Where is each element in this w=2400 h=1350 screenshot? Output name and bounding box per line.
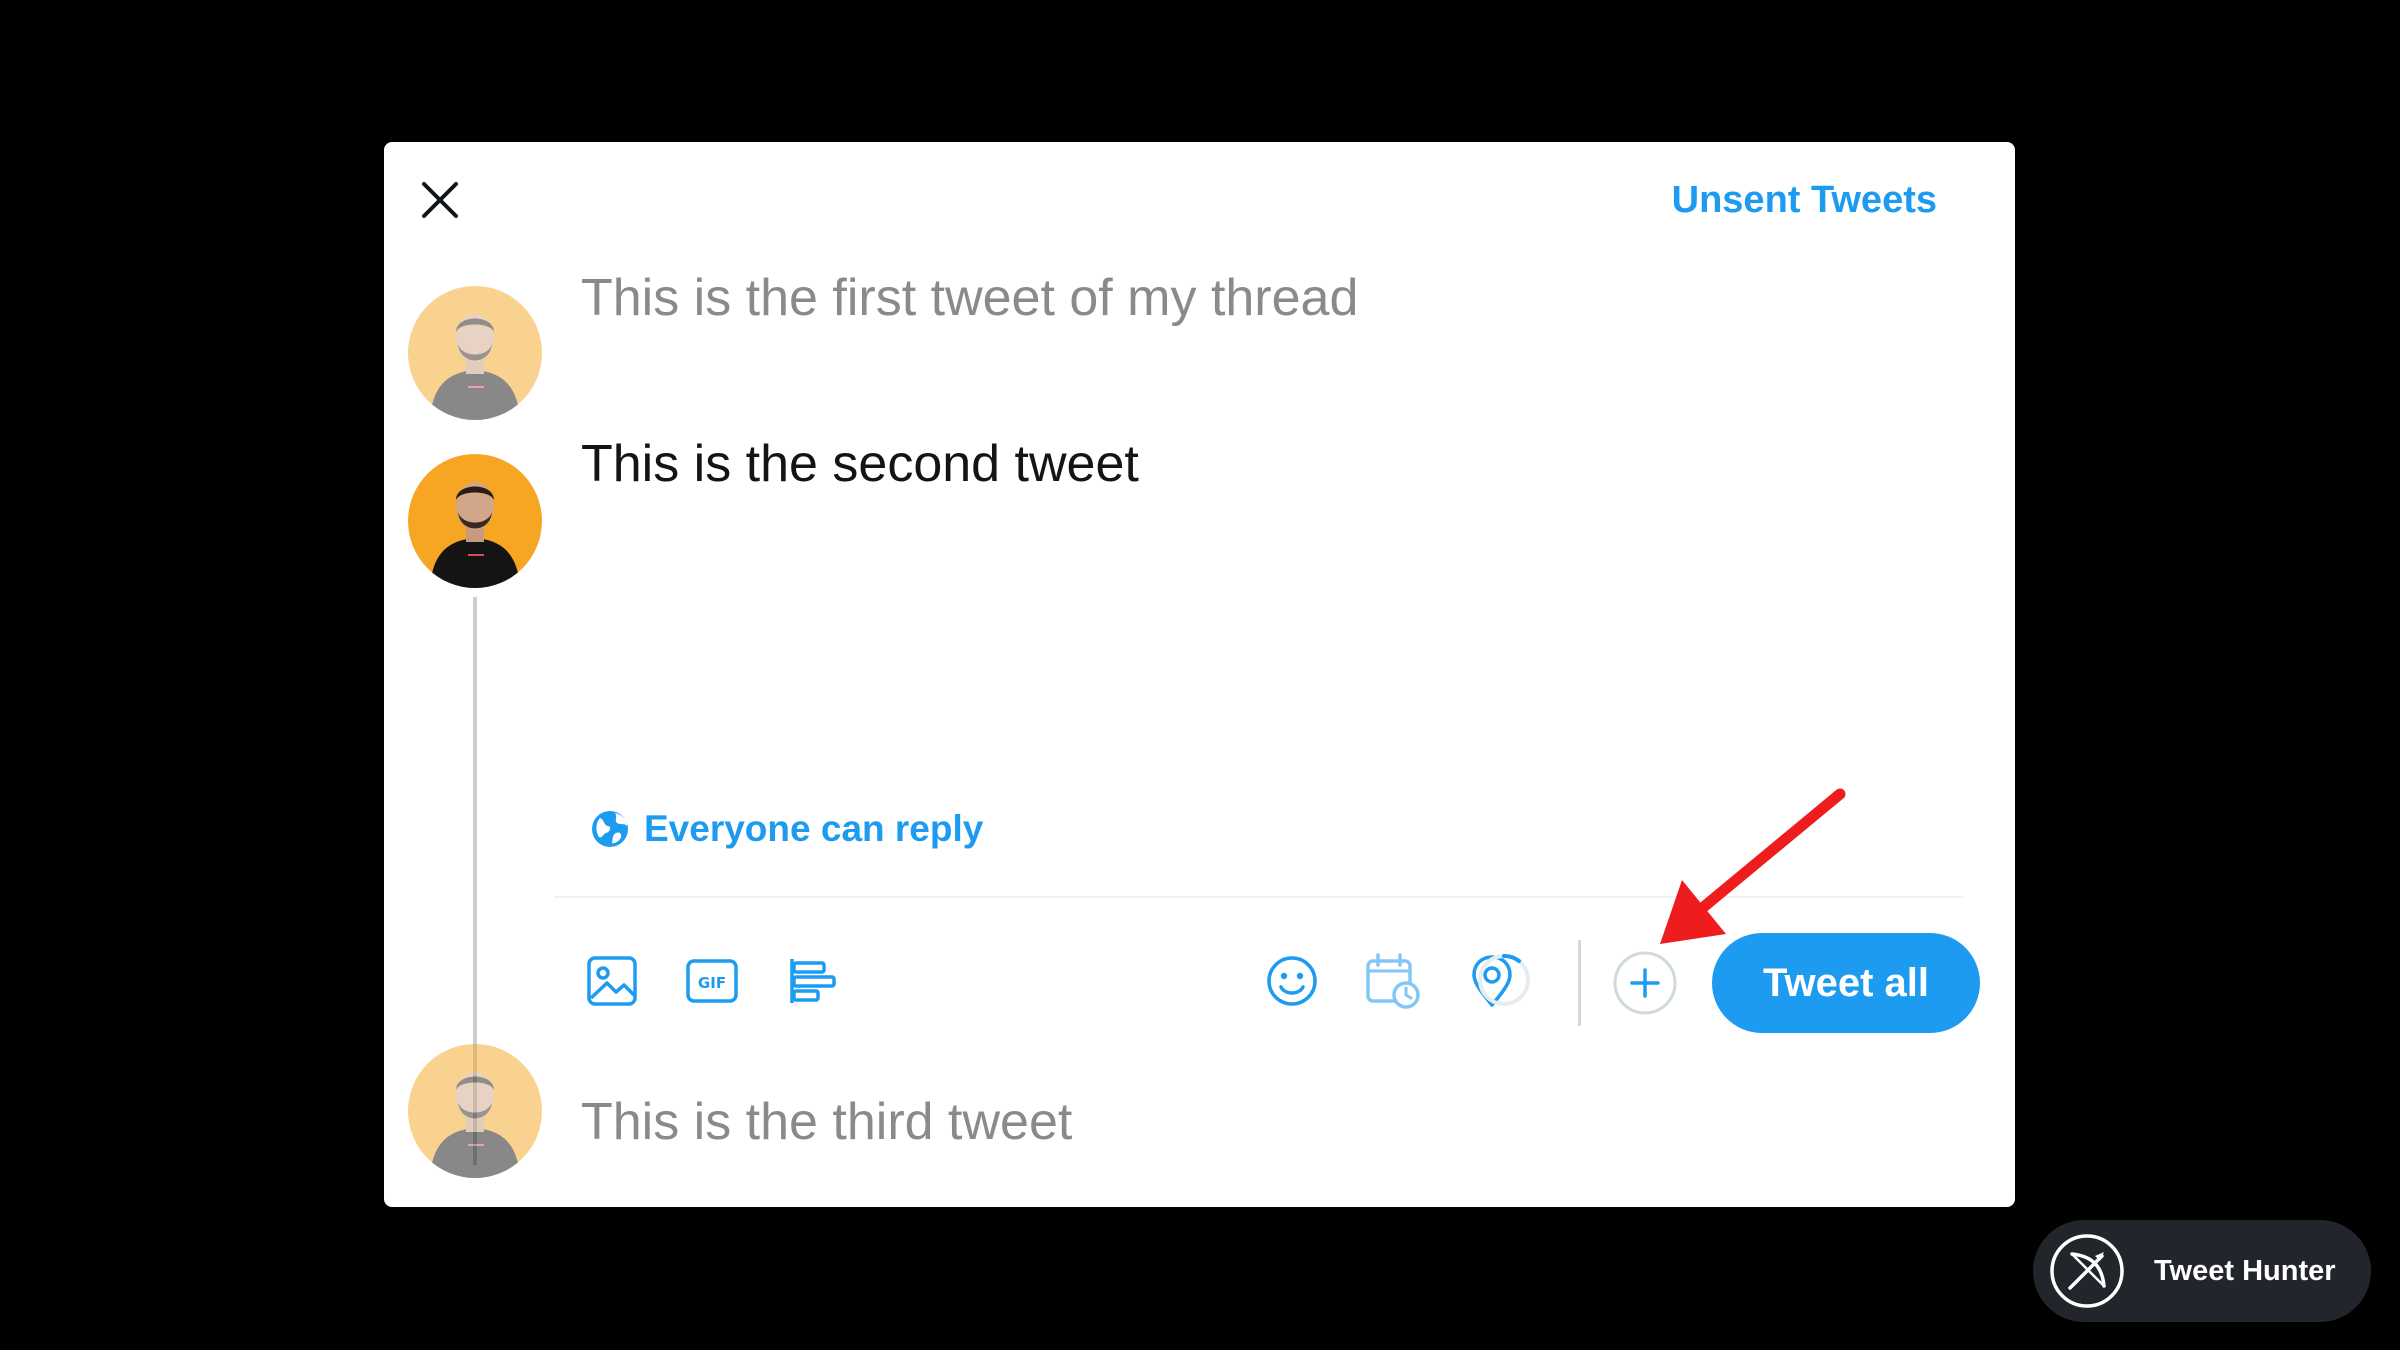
tweet-1-input[interactable]: This is the first tweet of my thread (581, 266, 1358, 330)
media-button[interactable] (580, 949, 644, 1013)
image-icon (587, 956, 637, 1006)
unsent-tweets-link[interactable]: Unsent Tweets (1672, 172, 1937, 228)
tweet-3-input[interactable]: This is the third tweet (581, 1090, 1072, 1154)
globe-icon (592, 811, 628, 847)
watermark-label: Tweet Hunter (2154, 1254, 2336, 1287)
poll-button[interactable] (780, 949, 844, 1013)
tweet-hunter-watermark: Tweet Hunter (2033, 1220, 2371, 1322)
tweet-all-button[interactable]: Tweet all (1712, 933, 1980, 1033)
svg-text:GIF: GIF (698, 974, 726, 992)
add-tweet-button[interactable] (1612, 950, 1678, 1016)
reply-setting-label: Everyone can reply (644, 808, 984, 849)
avatar (408, 1044, 542, 1178)
avatar (408, 454, 542, 588)
tweet-2-input[interactable]: This is the second tweet (581, 432, 1139, 496)
emoji-button[interactable] (1260, 949, 1324, 1013)
reply-setting-button[interactable]: Everyone can reply (590, 802, 983, 856)
gif-icon: GIF (686, 959, 738, 1003)
close-button[interactable] (412, 172, 468, 228)
schedule-icon (1366, 953, 1420, 1009)
bow-arrow-logo-icon (2050, 1234, 2124, 1308)
plus-icon (1613, 951, 1677, 1015)
emoji-icon (1267, 956, 1317, 1006)
character-count-ring (1475, 951, 1533, 1009)
schedule-button[interactable] (1360, 949, 1424, 1013)
close-icon (422, 182, 458, 218)
avatar (408, 286, 542, 420)
poll-icon (790, 959, 836, 1003)
toolbar-separator (1578, 940, 1581, 1026)
gif-button[interactable]: GIF (680, 949, 744, 1013)
compose-thread-dialog: Unsent Tweets This is the first tweet of… (384, 142, 2015, 1207)
composer-divider (554, 896, 1964, 898)
